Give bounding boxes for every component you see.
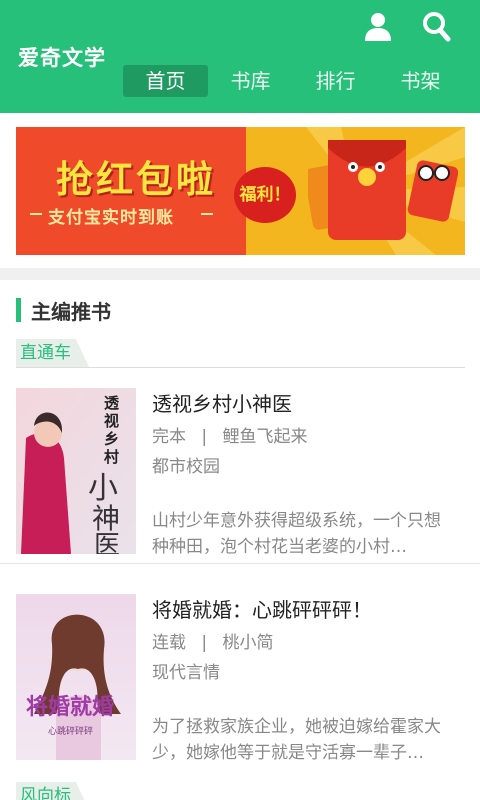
book-meta: 完本 | 鲤鱼飞起来 <box>152 422 308 447</box>
search-icon[interactable] <box>420 10 452 42</box>
svg-text:小: 小 <box>88 471 118 506</box>
banner-title: 抢红包啦 <box>56 158 216 201</box>
svg-text:医: 医 <box>94 531 120 554</box>
book-cover[interactable]: 透 视 乡 村 小 神 医 <box>16 388 136 554</box>
cover-title-text: 将婚就婚 <box>26 694 114 720</box>
book-cover[interactable]: 将婚就婚 心跳砰砰砰 <box>16 594 136 760</box>
book-status: 完本 <box>152 427 186 447</box>
top-tabs: 首页 书库 排行 书架 <box>123 65 463 97</box>
book-divider <box>0 563 480 564</box>
red-envelope-mascot <box>308 140 458 240</box>
meta-separator: | <box>201 633 208 653</box>
book-category: 现代言情 <box>152 663 220 683</box>
tab-home[interactable]: 首页 <box>123 65 208 97</box>
svg-text:心跳砰砰砰: 心跳砰砰砰 <box>48 725 93 737</box>
subtab-trend[interactable]: 风向标 <box>16 782 89 800</box>
welfare-badge: 福利！ <box>234 167 296 223</box>
book-author: 鲤鱼飞起来 <box>222 427 308 447</box>
section-gap <box>0 268 480 280</box>
svg-text:视: 视 <box>104 412 119 430</box>
book-description: 为了拯救家族企业，她被迫嫁给霍家大少，她嫁他等于就是守活寡一辈子… <box>152 717 441 763</box>
app: 爱奇文学 首页 书库 排行 书架 抢红包啦 支付宝实时到账 福利！ 主编推书 直… <box>0 0 480 800</box>
book-title: 透视乡村小神医 <box>152 392 292 416</box>
book-category: 都市校园 <box>152 457 220 477</box>
book-item[interactable]: 将婚就婚 心跳砰砰砰 将婚就婚：心跳砰砰砰！ 连载 | 桃小简 现代言情 为了拯… <box>0 574 480 770</box>
svg-text:透: 透 <box>104 394 120 412</box>
user-icon[interactable] <box>362 10 394 42</box>
section-title: 主编推书 <box>31 300 111 324</box>
book-author: 桃小简 <box>222 633 274 653</box>
svg-text:乡: 乡 <box>104 430 119 448</box>
tab-bookshelf[interactable]: 书架 <box>378 65 463 97</box>
book-title: 将婚就婚：心跳砰砰砰！ <box>152 598 372 622</box>
book-meta: 连载 | 桃小简 <box>152 628 274 653</box>
book-item[interactable]: 透 视 乡 村 小 神 医 透视乡村小神医 完本 | 鲤鱼飞起来 都市校园 山村… <box>0 368 480 564</box>
header-bar: 爱奇文学 首页 书库 排行 书架 <box>0 0 480 113</box>
book-status: 连载 <box>152 633 186 653</box>
banner-subtitle: 支付宝实时到账 <box>48 208 174 228</box>
book-description: 山村少年意外获得超级系统，一个只想种种田，泡个村花当老婆的小村… <box>152 511 441 557</box>
promo-banner[interactable]: 抢红包啦 支付宝实时到账 福利！ <box>16 127 465 255</box>
svg-text:村: 村 <box>104 448 119 466</box>
tab-ranking[interactable]: 排行 <box>293 65 378 97</box>
tab-library[interactable]: 书库 <box>208 65 293 97</box>
section-marker <box>16 298 21 322</box>
app-title: 爱奇文学 <box>18 46 106 70</box>
meta-separator: | <box>201 427 208 447</box>
subtab-express[interactable]: 直通车 <box>16 339 89 367</box>
